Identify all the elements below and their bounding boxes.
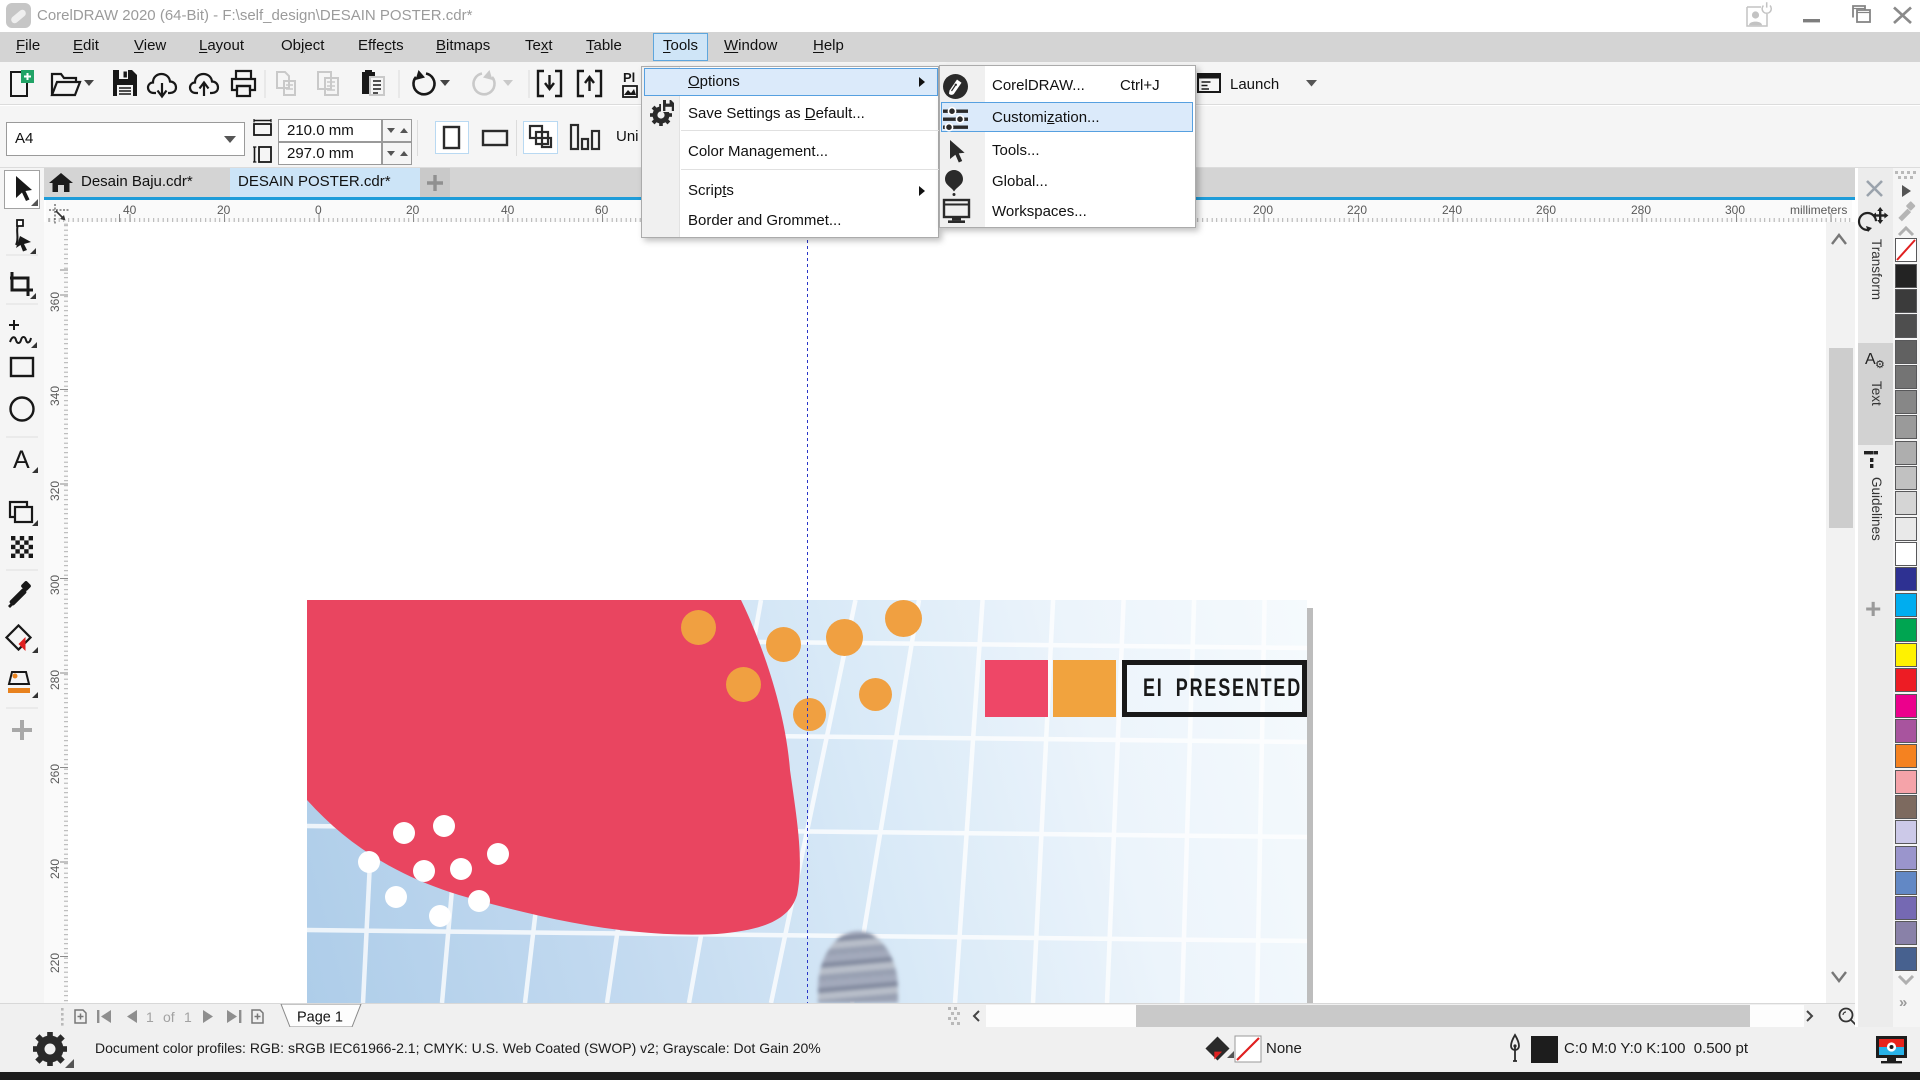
svg-text:Pl: Pl — [623, 70, 635, 85]
svg-text:1: 1 — [146, 1009, 154, 1025]
svg-text:Launch: Launch — [1230, 76, 1279, 93]
svg-text:A: A — [13, 446, 30, 474]
svg-text:»: » — [1899, 994, 1907, 1011]
svg-text:1: 1 — [184, 1009, 192, 1025]
svg-text:Page 1: Page 1 — [297, 1010, 343, 1026]
svg-text:of: of — [163, 1009, 175, 1025]
